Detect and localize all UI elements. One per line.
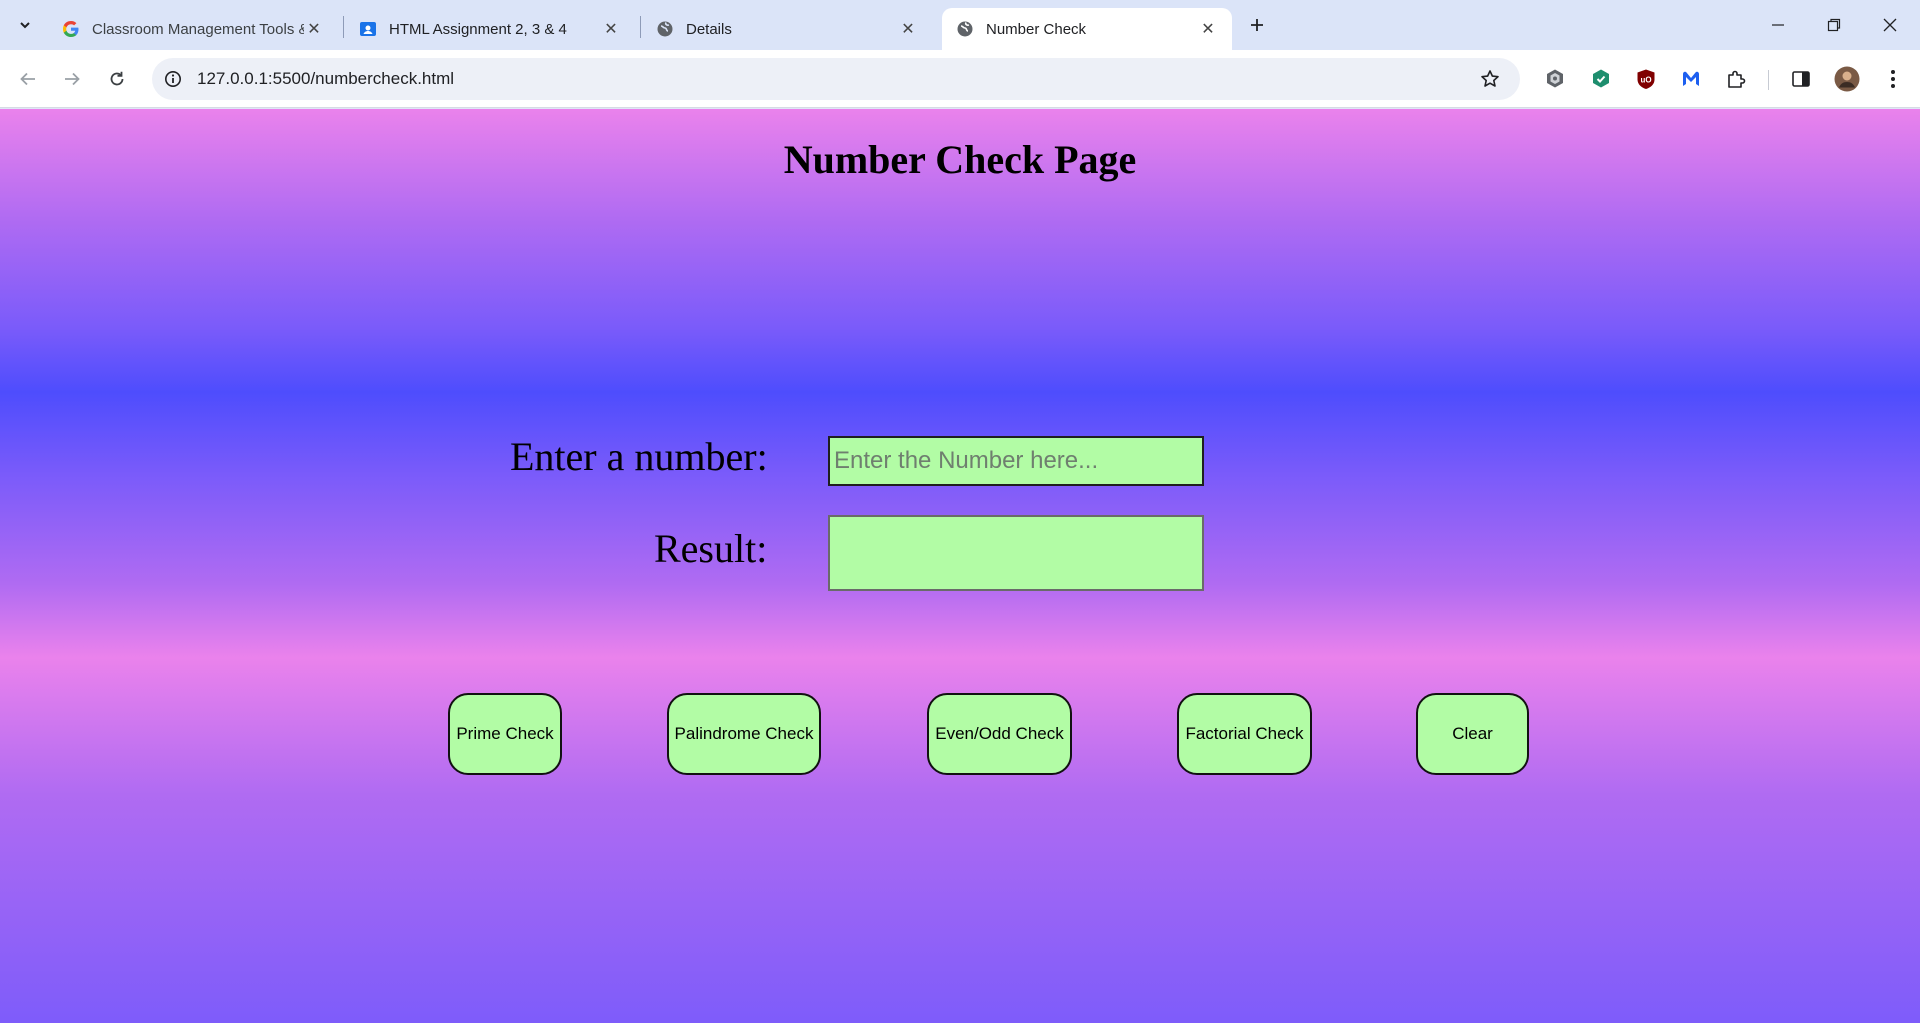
close-icon[interactable]: ✕ bbox=[898, 19, 918, 39]
arrow-right-icon bbox=[65, 72, 80, 86]
menu-kebab-icon[interactable] bbox=[1880, 66, 1906, 92]
address-bar[interactable]: 127.0.0.1:5500/numbercheck.html bbox=[152, 58, 1520, 100]
page-content: Number Check Page Enter a number: Result… bbox=[0, 109, 1920, 1023]
number-label: Enter a number: bbox=[510, 434, 768, 479]
back-button[interactable] bbox=[12, 63, 44, 95]
malwarebytes-icon[interactable] bbox=[1678, 66, 1704, 92]
toolbar-separator bbox=[1768, 70, 1769, 90]
reload-icon bbox=[110, 71, 124, 86]
even-odd-check-button[interactable]: Even/Odd Check bbox=[927, 693, 1072, 775]
tab-number-check[interactable]: Number Check ✕ bbox=[942, 8, 1232, 50]
restore-icon bbox=[1827, 18, 1841, 32]
globe-icon bbox=[956, 20, 974, 38]
puzzle-icon[interactable] bbox=[1723, 66, 1749, 92]
tab-details[interactable]: Details ✕ bbox=[642, 8, 932, 50]
close-icon[interactable]: ✕ bbox=[304, 19, 324, 39]
avatar[interactable] bbox=[1834, 66, 1860, 92]
globe-icon bbox=[656, 20, 674, 38]
info-icon[interactable] bbox=[162, 68, 184, 90]
tab-separator bbox=[640, 16, 641, 38]
browser-toolbar: 127.0.0.1:5500/numbercheck.html uO bbox=[0, 50, 1920, 108]
palindrome-check-button[interactable]: Palindrome Check bbox=[667, 693, 821, 775]
result-label: Result: bbox=[654, 526, 768, 571]
tab-classroom-tools[interactable]: Classroom Management Tools & ✕ bbox=[48, 8, 338, 50]
result-field bbox=[828, 515, 1204, 591]
tab-title: HTML Assignment 2, 3 & 4 bbox=[389, 20, 567, 38]
forward-button[interactable] bbox=[56, 63, 88, 95]
green-shield-icon[interactable] bbox=[1588, 66, 1614, 92]
minimize-icon bbox=[1772, 24, 1784, 26]
chevron-down-icon bbox=[20, 22, 30, 29]
plus-icon bbox=[1251, 19, 1263, 31]
prime-check-button[interactable]: Prime Check bbox=[448, 693, 562, 775]
new-tab-button[interactable] bbox=[1243, 11, 1271, 39]
number-input[interactable] bbox=[828, 436, 1204, 486]
tab-search-button[interactable] bbox=[10, 10, 40, 40]
tab-title: Classroom Management Tools & bbox=[92, 20, 304, 38]
tab-title: Number Check bbox=[986, 20, 1087, 38]
reload-button[interactable] bbox=[101, 63, 133, 95]
restore-button[interactable] bbox=[1806, 0, 1862, 50]
google-g-icon bbox=[62, 20, 80, 38]
page-title: Number Check Page bbox=[783, 137, 1137, 182]
bookmark-star-icon[interactable] bbox=[1478, 67, 1502, 91]
close-icon[interactable]: ✕ bbox=[1198, 19, 1218, 39]
side-panel-icon[interactable] bbox=[1788, 66, 1814, 92]
clear-button[interactable]: Clear bbox=[1416, 693, 1529, 775]
close-window-button[interactable] bbox=[1862, 0, 1918, 50]
tab-title: Details bbox=[686, 20, 732, 38]
close-icon[interactable]: ✕ bbox=[601, 19, 621, 39]
tab-separator bbox=[343, 16, 344, 38]
shield-icon[interactable] bbox=[1542, 66, 1568, 92]
svg-text:uO: uO bbox=[1640, 76, 1651, 85]
minimize-button[interactable] bbox=[1750, 0, 1806, 50]
factorial-check-button[interactable]: Factorial Check bbox=[1177, 693, 1312, 775]
ublock-icon[interactable]: uO bbox=[1633, 66, 1659, 92]
tab-strip: Classroom Management Tools & ✕ HTML Assi… bbox=[0, 0, 1920, 50]
classroom-icon bbox=[359, 20, 377, 38]
arrow-left-icon bbox=[20, 72, 35, 86]
tab-html-assignment[interactable]: HTML Assignment 2, 3 & 4 ✕ bbox=[345, 8, 635, 50]
url-text[interactable]: 127.0.0.1:5500/numbercheck.html bbox=[197, 69, 454, 89]
close-icon bbox=[1883, 18, 1897, 32]
